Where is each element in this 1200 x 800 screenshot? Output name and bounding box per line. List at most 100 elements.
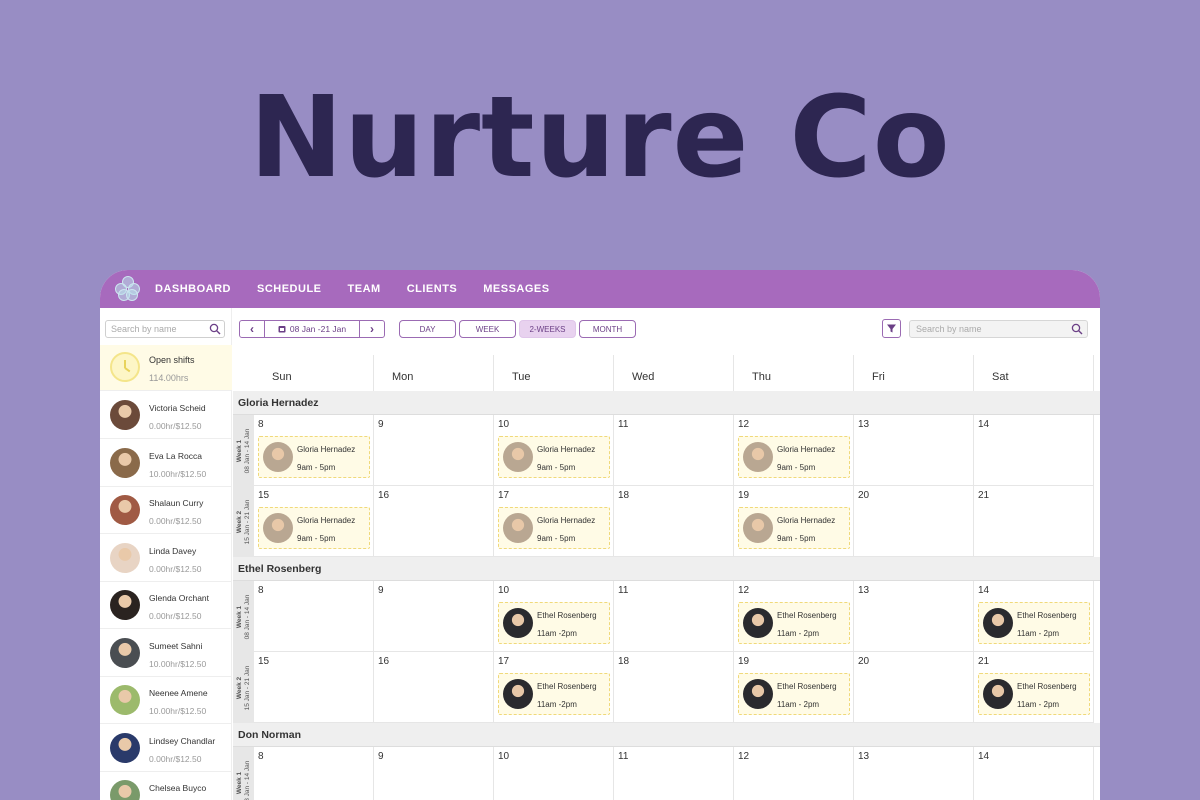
shift-card[interactable]: Ethel Rosenberg 11am - 2pm	[978, 673, 1090, 715]
calendar-day-cell[interactable]: 13	[854, 415, 974, 486]
shift-card[interactable]: Gloria Hernadez 9am - 5pm	[258, 436, 370, 478]
day-number: 8	[258, 751, 264, 762]
calendar-day-cell[interactable]: 13	[854, 581, 974, 652]
nav-clients[interactable]: CLIENTS	[407, 283, 458, 295]
day-number: 20	[858, 490, 870, 501]
staff-list-item[interactable]: Glenda Orchant 0.00hr/$12.50	[100, 582, 232, 629]
staff-name: Lindsey Chandlar	[149, 735, 216, 746]
day-number: 8	[258, 585, 264, 596]
calendar-day-cell[interactable]: 20	[854, 652, 974, 723]
calendar-day-cell[interactable]: 8	[254, 747, 374, 800]
shift-card[interactable]: Gloria Hernadez 9am - 5pm	[498, 436, 610, 478]
shift-card[interactable]: Ethel Rosenberg 11am -2pm	[498, 673, 610, 715]
shift-card[interactable]: Ethel Rosenberg 11am - 2pm	[738, 673, 850, 715]
calendar-day-cell[interactable]: 17 Ethel Rosenberg 11am -2pm	[494, 652, 614, 723]
avatar	[503, 608, 533, 638]
calendar-day-cell[interactable]: 15	[254, 652, 374, 723]
shift-card[interactable]: Ethel Rosenberg 11am - 2pm	[978, 602, 1090, 644]
staff-rate: 0.00hr/$12.50	[149, 516, 202, 526]
calendar-day-cell[interactable]: 16	[374, 486, 494, 557]
calendar-day-cell[interactable]: 12 Gloria Hernadez 9am - 5pm	[734, 415, 854, 486]
open-shifts-item[interactable]: Open shifts 114.00hrs	[100, 345, 232, 391]
staff-list-item[interactable]: Neenee Amene 10.00hr/$12.50	[100, 677, 232, 724]
staff-list-item[interactable]: Linda Davey 0.00hr/$12.50	[100, 535, 232, 582]
calendar-day-cell[interactable]: 13	[854, 747, 974, 800]
calendar-day-cell[interactable]: 14	[974, 415, 1094, 486]
calendar-day-cell[interactable]: 12 Ethel Rosenberg 11am - 2pm	[734, 581, 854, 652]
calendar-day-cell[interactable]: 9	[374, 415, 494, 486]
calendar-day-cell[interactable]: 18	[614, 652, 734, 723]
shift-card[interactable]: Ethel Rosenberg 11am - 2pm	[738, 602, 850, 644]
shift-time: 9am - 5pm	[777, 463, 816, 472]
day-number: 14	[978, 419, 990, 430]
calendar-day-cell[interactable]: 9	[374, 747, 494, 800]
staff-list-item[interactable]: Eva La Rocca 10.00hr/$12.50	[100, 440, 232, 487]
day-number: 16	[378, 656, 390, 667]
day-number: 16	[378, 490, 390, 501]
calendar-day-cell[interactable]: 18	[614, 486, 734, 557]
search-icon[interactable]	[1071, 323, 1083, 335]
calendar-day-cell[interactable]: 11	[614, 415, 734, 486]
nav-messages[interactable]: MESSAGES	[483, 283, 549, 295]
day-number: 21	[978, 656, 990, 667]
calendar-day-cell[interactable]: 16	[374, 652, 494, 723]
shift-card[interactable]: Gloria Hernadez 9am - 5pm	[258, 507, 370, 549]
calendar-day-cell[interactable]: 20	[854, 486, 974, 557]
week-title: Week 1	[235, 439, 243, 462]
shift-name: Ethel Rosenberg	[777, 611, 837, 620]
nav-team[interactable]: TEAM	[348, 283, 381, 295]
calendar-day-cell[interactable]: 10 Gloria Hernadez 9am - 5pm	[494, 415, 614, 486]
calendar-day-cell[interactable]: 14 Ethel Rosenberg 11am - 2pm	[974, 581, 1094, 652]
search-icon[interactable]	[209, 323, 221, 335]
shift-time: 11am - 2pm	[1017, 700, 1060, 709]
calendar-day-cell[interactable]: 19 Gloria Hernadez 9am - 5pm	[734, 486, 854, 557]
main-search-input[interactable]: Search by name	[909, 320, 1088, 338]
calendar-day-cell[interactable]: 8 Gloria Hernadez 9am - 5pm	[254, 415, 374, 486]
calendar-day-cell[interactable]: 21 Ethel Rosenberg 11am - 2pm	[974, 652, 1094, 723]
shift-card[interactable]: Gloria Hernadez 9am - 5pm	[738, 436, 850, 478]
calendar-day-cell[interactable]: 10	[494, 747, 614, 800]
view-day-button[interactable]: DAY	[399, 320, 456, 338]
app-window: DASHBOARD SCHEDULE TEAM CLIENTS MESSAGES…	[100, 270, 1100, 800]
week-range: 08 Jan - 14 Jan	[243, 760, 251, 800]
nav-schedule[interactable]: SCHEDULE	[257, 283, 322, 295]
shift-card[interactable]: Gloria Hernadez 9am - 5pm	[498, 507, 610, 549]
filter-button[interactable]	[882, 319, 901, 338]
calendar-day-cell[interactable]: 11	[614, 581, 734, 652]
calendar-day-cell[interactable]: 8	[254, 581, 374, 652]
calendar-day-cell[interactable]: 14	[974, 747, 1094, 800]
calendar-day-cell[interactable]: 10 Ethel Rosenberg 11am -2pm	[494, 581, 614, 652]
calendar-day-cell[interactable]: 15 Gloria Hernadez 9am - 5pm	[254, 486, 374, 557]
calendar-day-cell[interactable]: 17 Gloria Hernadez 9am - 5pm	[494, 486, 614, 557]
calendar-day-cell[interactable]: 19 Ethel Rosenberg 11am - 2pm	[734, 652, 854, 723]
day-number: 12	[738, 751, 750, 762]
day-number: 10	[498, 585, 510, 596]
view-month-button[interactable]: MONTH	[579, 320, 636, 338]
view-2weeks-button[interactable]: 2-WEEKS	[519, 320, 576, 338]
shift-card[interactable]: Gloria Hernadez 9am - 5pm	[738, 507, 850, 549]
logo-icon[interactable]	[115, 276, 141, 302]
day-number: 15	[258, 490, 270, 501]
calendar-day-cell[interactable]: 21	[974, 486, 1094, 557]
shift-time: 11am - 2pm	[777, 700, 820, 709]
chevron-left-icon[interactable]: ‹	[240, 321, 264, 337]
view-week-button[interactable]: WEEK	[459, 320, 516, 338]
calendar-day-cell[interactable]: 9	[374, 581, 494, 652]
staff-list-item[interactable]: Victoria Scheid 0.00hr/$12.50	[100, 392, 232, 439]
nav-dashboard[interactable]: DASHBOARD	[155, 283, 231, 295]
staff-list-item[interactable]: Lindsey Chandlar 0.00hr/$12.50	[100, 725, 232, 772]
shift-card[interactable]: Ethel Rosenberg 11am -2pm	[498, 602, 610, 644]
staff-list-item[interactable]: Shalaun Curry 0.00hr/$12.50	[100, 487, 232, 534]
chevron-right-icon[interactable]: ›	[360, 321, 384, 337]
date-range-display[interactable]: 08 Jan -21 Jan	[264, 321, 360, 337]
day-header: Sat	[974, 355, 1094, 391]
day-number: 18	[618, 656, 630, 667]
staff-rate: 0.00hr/$12.50	[149, 421, 202, 431]
day-number: 17	[498, 656, 510, 667]
calendar-day-cell[interactable]: 12	[734, 747, 854, 800]
staff-list-item[interactable]: Sumeet Sahni 10.00hr/$12.50	[100, 630, 232, 677]
staff-list-item[interactable]: Chelsea Buyco0.00hr/$12.50	[100, 772, 232, 800]
sidebar-search-input[interactable]: Search by name	[105, 320, 225, 338]
day-number: 13	[858, 419, 870, 430]
calendar-day-cell[interactable]: 11	[614, 747, 734, 800]
